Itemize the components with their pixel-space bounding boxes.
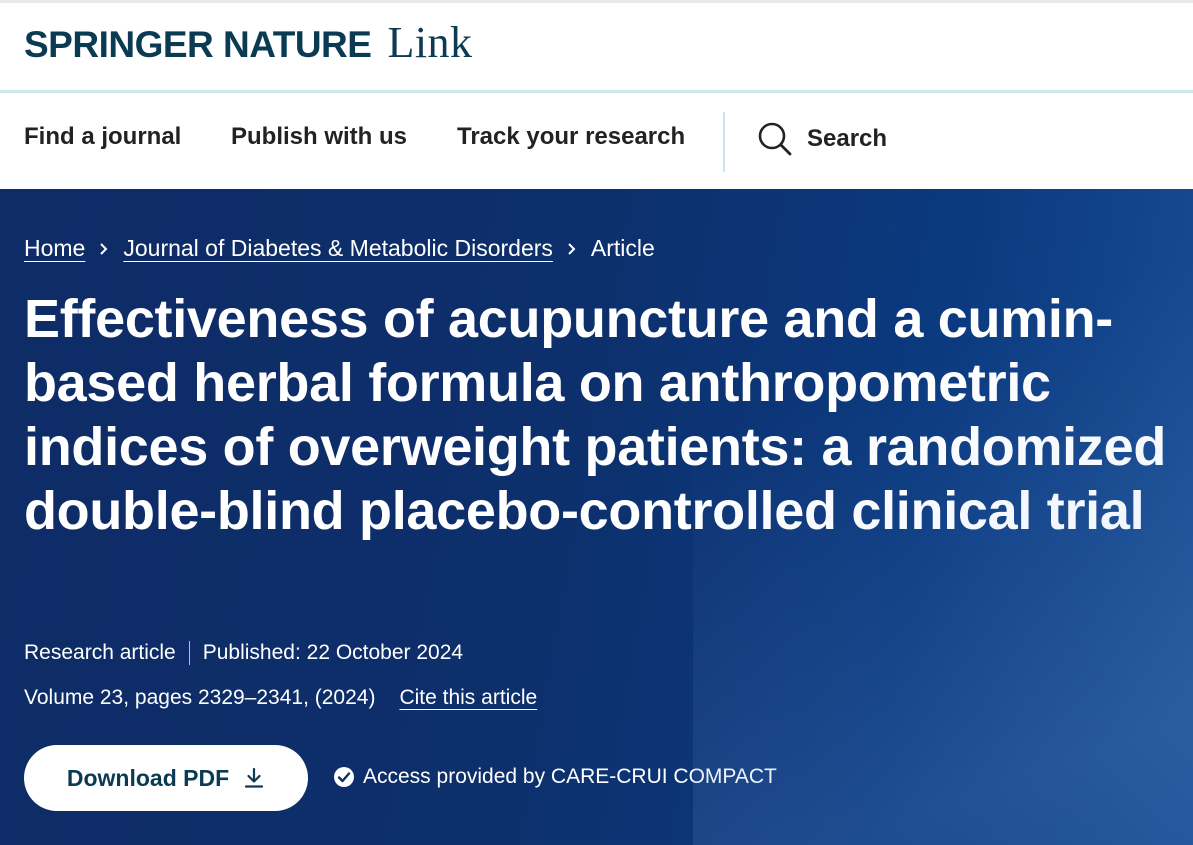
- published-date: Published: 22 October 2024: [202, 641, 464, 664]
- article-title: Effectiveness of acupuncture and a cumin…: [24, 289, 1166, 541]
- breadcrumb-current: Article: [590, 235, 655, 261]
- search-icon: [758, 122, 792, 156]
- article-meta: Research article Published: 22 October 2…: [24, 641, 463, 665]
- nav-publish-with-us[interactable]: Publish with us: [231, 123, 407, 151]
- nav-find-a-journal[interactable]: Find a journal: [24, 123, 181, 151]
- brand-name: SPRINGER NATURE: [24, 24, 372, 65]
- breadcrumb-home[interactable]: Home: [24, 235, 85, 262]
- breadcrumb: Home Journal of Diabetes & Metabolic Dis…: [24, 235, 655, 262]
- article-type: Research article: [24, 641, 176, 664]
- meta-separator: [188, 641, 190, 665]
- download-icon: [245, 767, 264, 788]
- main-nav: Find a journal Publish with us Track you…: [0, 93, 1193, 189]
- springer-nature-link-logo[interactable]: SPRINGER NATURE Link: [24, 17, 473, 68]
- cite-this-article-link[interactable]: Cite this article: [399, 686, 537, 710]
- search-button[interactable]: Search: [757, 121, 887, 157]
- citation-row: Volume 23, pages 2329–2341, (2024) Cite …: [24, 686, 537, 710]
- check-circle-icon: [334, 767, 354, 787]
- brand-header: SPRINGER NATURE Link: [0, 0, 1193, 90]
- search-label: Search: [807, 125, 888, 152]
- download-pdf-button[interactable]: Download PDF: [24, 745, 308, 811]
- chevron-right-icon: [100, 242, 108, 255]
- chevron-right-icon: [568, 242, 576, 255]
- nav-separator: [723, 112, 725, 172]
- breadcrumb-journal[interactable]: Journal of Diabetes & Metabolic Disorder…: [123, 235, 553, 262]
- nav-track-your-research[interactable]: Track your research: [457, 123, 685, 151]
- access-text: Access provided by CARE-CRUI COMPACT: [363, 765, 777, 788]
- download-pdf-label: Download PDF: [66, 764, 230, 791]
- brand-product: Link: [387, 18, 473, 67]
- article-hero: Home Journal of Diabetes & Metabolic Dis…: [0, 189, 1193, 845]
- volume-pages: Volume 23, pages 2329–2341, (2024): [24, 686, 376, 709]
- access-info: Access provided by CARE-CRUI COMPACT: [333, 765, 777, 789]
